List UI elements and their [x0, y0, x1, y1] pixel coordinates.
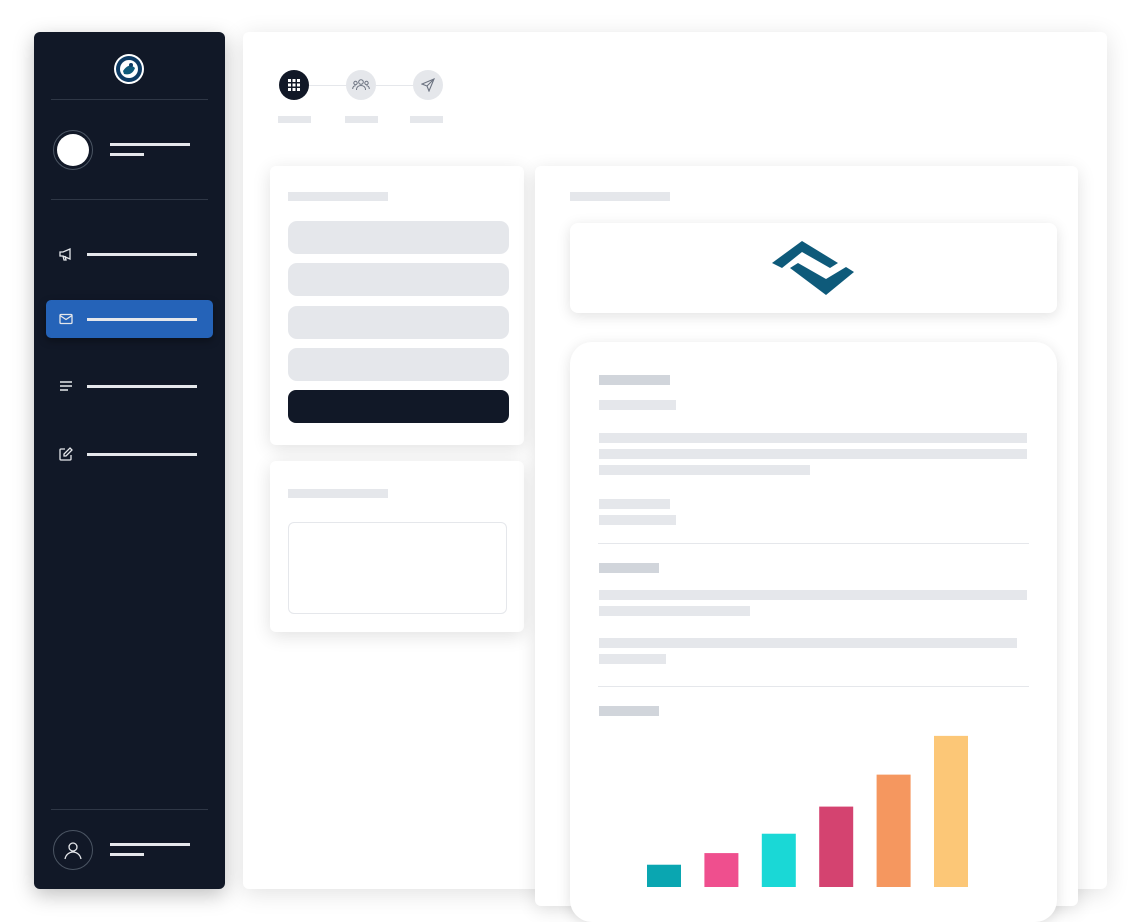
bar-chart [647, 735, 968, 887]
send-icon [421, 78, 435, 92]
email-text-placeholder [599, 449, 1027, 459]
app-logo[interactable] [114, 54, 144, 84]
edit-icon [59, 447, 73, 461]
notes-textarea[interactable] [288, 522, 507, 614]
submit-button[interactable] [288, 390, 509, 423]
nav-label-placeholder [87, 385, 197, 388]
list-icon [60, 381, 72, 391]
email-text-placeholder [599, 654, 666, 664]
form-field[interactable] [288, 263, 509, 296]
form-field[interactable] [288, 348, 509, 381]
workspace-avatar[interactable] [53, 130, 93, 170]
nav-label-placeholder [87, 318, 197, 321]
step-label-placeholder [345, 116, 378, 123]
chart-bar [876, 774, 911, 887]
megaphone-icon [59, 248, 71, 261]
sidebar-item-editor[interactable] [46, 435, 213, 473]
preview-card [535, 166, 1078, 922]
user-email-placeholder [110, 853, 144, 856]
step-audience[interactable] [346, 70, 376, 100]
email-heading-placeholder [599, 375, 670, 385]
grid-icon [288, 79, 300, 91]
form-title-placeholder [288, 192, 388, 201]
chart-bar [934, 735, 968, 887]
chart-bar [647, 864, 681, 887]
form-field[interactable] [288, 306, 509, 339]
email-preview [570, 342, 1057, 922]
notes-title-placeholder [288, 489, 388, 498]
email-text-placeholder [599, 590, 1027, 600]
form-field[interactable] [288, 221, 509, 254]
main-panel [243, 32, 1107, 922]
sidebar-item-messages[interactable] [46, 300, 213, 338]
sidebar-divider [51, 809, 208, 810]
chart-bar [819, 806, 854, 887]
nav-label-placeholder [87, 253, 197, 256]
brand-header [570, 223, 1057, 313]
user-name-placeholder [110, 843, 190, 846]
step-grid[interactable] [279, 70, 309, 100]
sidebar [34, 32, 225, 889]
sidebar-divider [51, 199, 208, 200]
form-card [270, 166, 524, 445]
email-text-placeholder [599, 638, 1017, 648]
sidebar-item-campaigns[interactable] [46, 235, 213, 273]
preview-title-placeholder [570, 192, 670, 201]
mail-icon [59, 313, 73, 325]
stepper-connector [309, 85, 347, 86]
email-heading-placeholder [599, 706, 659, 716]
notes-card [270, 461, 524, 632]
step-label-placeholder [410, 116, 443, 123]
brand-logo [772, 241, 854, 295]
email-text-placeholder [599, 465, 810, 475]
email-text-placeholder [599, 606, 750, 616]
email-heading-placeholder [599, 563, 659, 573]
step-label-placeholder [278, 116, 311, 123]
email-text-placeholder [599, 433, 1027, 443]
email-subheading-placeholder [599, 400, 676, 410]
stepper-connector [376, 85, 413, 86]
workspace-name-placeholder [110, 143, 190, 146]
email-text-placeholder [599, 499, 670, 509]
chart-bar [704, 853, 739, 887]
email-divider [598, 686, 1029, 687]
user-avatar[interactable] [53, 830, 93, 870]
users-icon [352, 79, 370, 91]
nav-label-placeholder [87, 453, 197, 456]
sidebar-item-lists[interactable] [46, 367, 213, 405]
workspace-subtitle-placeholder [110, 153, 144, 156]
sidebar-divider [51, 99, 208, 100]
chart-bar [761, 833, 796, 887]
email-text-placeholder [599, 515, 676, 525]
user-icon [64, 842, 82, 860]
email-divider [598, 543, 1029, 544]
step-send[interactable] [413, 70, 443, 100]
